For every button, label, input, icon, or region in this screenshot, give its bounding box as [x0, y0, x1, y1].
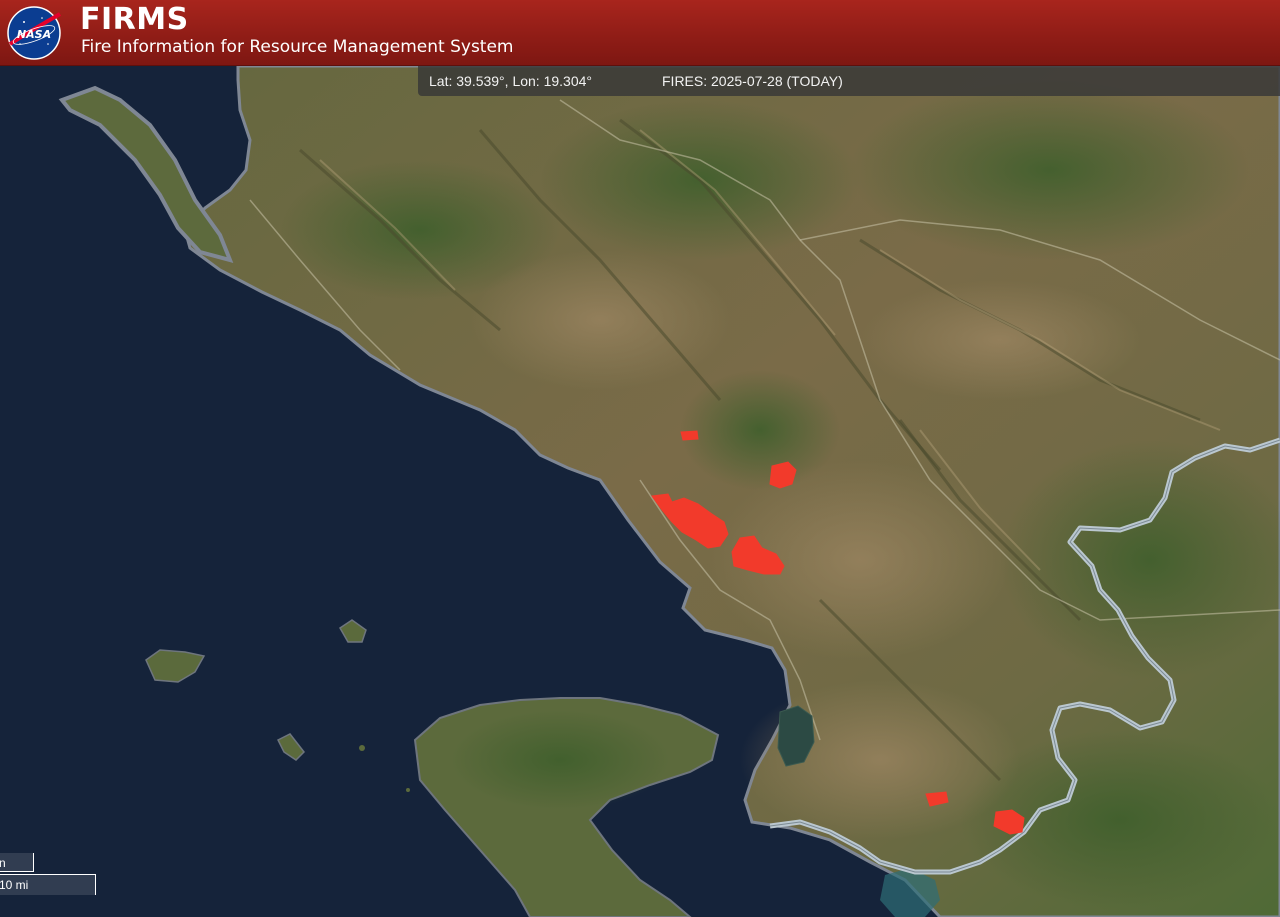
- app-subtitle: Fire Information for Resource Management…: [81, 37, 514, 57]
- fire-area[interactable]: [769, 461, 797, 489]
- logo-text: NASA: [17, 28, 51, 41]
- cursor-coordinates: Lat: 39.539°, Lon: 19.304°: [429, 73, 592, 89]
- islet: [406, 788, 410, 792]
- satellite-map[interactable]: [0, 66, 1280, 917]
- app-title: FIRMS: [80, 2, 189, 37]
- islet: [359, 745, 365, 751]
- scale-bar-km: n: [0, 853, 34, 872]
- map-view[interactable]: [0, 66, 1280, 917]
- fires-date-label[interactable]: FIRES: 2025-07-28 (TODAY): [662, 73, 843, 89]
- fire-area[interactable]: [680, 430, 699, 441]
- nasa-logo-icon[interactable]: NASA: [4, 4, 64, 62]
- app-header: NASA FIRMS Fire Information for Resource…: [0, 0, 1280, 66]
- scale-bar-mi: 10 mi: [0, 874, 96, 895]
- firms-app: NASA FIRMS Fire Information for Resource…: [0, 0, 1280, 917]
- status-bar: Lat: 39.539°, Lon: 19.304° FIRES: 2025-0…: [418, 66, 1280, 96]
